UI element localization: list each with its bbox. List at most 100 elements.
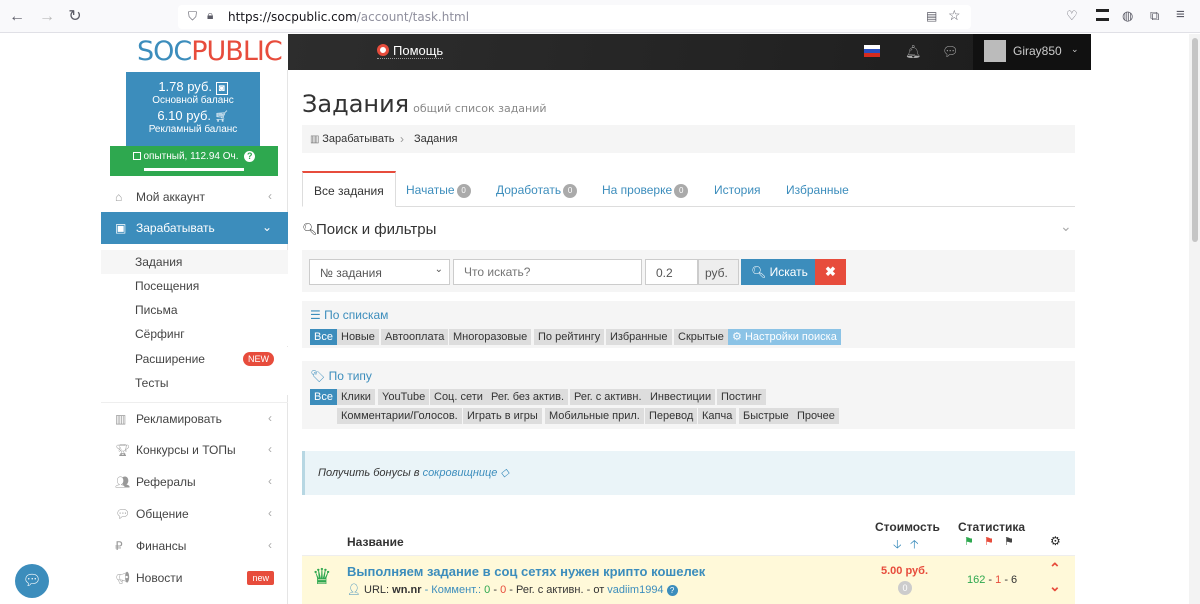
sidebar-item-account[interactable]: ⌂ Мой аккаунт ‹	[101, 181, 288, 213]
level-badge[interactable]: опытный, 112.94 Оч. ?	[110, 146, 278, 176]
sidebar-item-news[interactable]: 📢︎ Новости new	[101, 562, 288, 594]
black-flag-icon[interactable]: ⚑	[1004, 535, 1014, 548]
type-chip-captcha[interactable]: Капча	[698, 408, 737, 424]
submenu-tests[interactable]: Тесты	[101, 371, 288, 395]
sidebar-item-referrals[interactable]: 👥︎ Рефералы ‹	[101, 466, 288, 498]
type-chip-games[interactable]: Играть в игры	[463, 408, 542, 424]
breadcrumb-earn[interactable]: ▥ Зарабатывать	[310, 133, 394, 145]
filter-chip-hidden[interactable]: Скрытые	[674, 329, 728, 345]
sidebar-item-advertise[interactable]: ▥ Рекламировать ‹	[101, 402, 288, 434]
clear-button[interactable]: ✖	[815, 259, 846, 285]
submenu-visits[interactable]: Посещения	[101, 274, 288, 298]
submenu-surfing[interactable]: Сёрфинг	[101, 322, 288, 346]
tab-started[interactable]: Начатые 0	[406, 171, 471, 207]
bookmark-star-icon[interactable]: ☆	[948, 7, 961, 24]
question-icon[interactable]: ?	[666, 585, 678, 596]
col-name: Название	[347, 535, 404, 549]
sidebar-item-earn[interactable]: ▣ Зарабатывать ⌄	[101, 212, 297, 244]
type-chip-youtube[interactable]: YouTube	[378, 389, 430, 405]
address-bar[interactable]: ⛉ 🔒︎ https://socpublic.com/account/task.…	[178, 5, 971, 29]
forward-icon[interactable]: →	[36, 6, 58, 28]
breadcrumb-earn-label: Зарабатывать	[322, 133, 395, 145]
submenu-label: Тесты	[135, 376, 169, 390]
type-chip-social[interactable]: Соц. сети	[430, 389, 487, 405]
type-chip-mobile[interactable]: Мобильные прил.	[545, 408, 644, 424]
globe-icon[interactable]: ◍	[1122, 8, 1133, 24]
price-input[interactable]: 0.2	[645, 259, 698, 285]
submenu-letters[interactable]: Письма	[101, 298, 288, 322]
type-chip-comments[interactable]: Комментарии/Голосов.	[337, 408, 462, 424]
tab-revise[interactable]: Доработать 0	[496, 171, 578, 207]
tab-favorites[interactable]: Избранные	[786, 171, 849, 207]
extension-toolbar-icon[interactable]	[1096, 9, 1109, 21]
question-icon[interactable]: ?	[244, 151, 256, 162]
submenu-label: Посещения	[135, 279, 200, 293]
tab-review[interactable]: На проверке 0	[602, 171, 689, 207]
type-chip-translation[interactable]: Перевод	[645, 408, 698, 424]
bell-icon[interactable]: 🔔︎	[905, 44, 922, 60]
sort-down-icon[interactable]: 🡣	[893, 535, 902, 556]
task-title-link[interactable]: Выполняем задание в соц сетях нужен крип…	[347, 564, 705, 579]
help-link[interactable]: Помощь	[377, 43, 444, 59]
sidebar-item-label: Рекламировать	[136, 412, 222, 426]
search-settings-button[interactable]: ⚙ Настройки поиска	[728, 329, 841, 345]
sidebar-item-finance[interactable]: ₽ Финансы ‹	[101, 530, 288, 562]
lock-icon[interactable]: 🔒︎	[207, 8, 213, 23]
tab-all-tasks[interactable]: Все задания	[302, 171, 396, 207]
search-input[interactable]	[453, 259, 642, 285]
extensions-icon[interactable]: ⧉	[1150, 8, 1159, 24]
type-chip-reg-activity[interactable]: Рег. с активн.	[570, 389, 646, 405]
table-row[interactable]: ♛ Выполняем задание в соц сетях нужен кр…	[302, 555, 1075, 604]
col-stats: Статистика	[958, 520, 1026, 534]
filter-chip-new[interactable]: Новые	[337, 329, 379, 345]
type-chip-posting[interactable]: Постинг	[717, 389, 766, 405]
submenu-tasks[interactable]: Задания	[101, 250, 288, 274]
reload-icon[interactable]: ↻	[64, 6, 86, 28]
type-chip-investments[interactable]: Инвестиции	[646, 389, 716, 405]
bonus-alert: Получить бонусы в сокровищнице ◇	[302, 451, 1075, 495]
scrollbar[interactable]	[1189, 34, 1200, 604]
vote-down-icon[interactable]: ⌄	[1049, 578, 1061, 595]
chat-bubbles-icon[interactable]: 💬︎	[942, 44, 959, 60]
scrollbar-thumb[interactable]	[1192, 38, 1198, 242]
task-number-select[interactable]: № задания ⌄	[309, 259, 450, 285]
shield-icon[interactable]: ⛉	[188, 9, 197, 24]
sort-up-icon[interactable]: 🡡	[910, 535, 919, 556]
submenu-label: Расширение	[135, 352, 205, 366]
filter-chip-all[interactable]: Все	[310, 329, 337, 345]
tab-label: Начатые	[406, 183, 455, 197]
sidebar-item-chat[interactable]: 💬︎ Общение ‹	[101, 498, 288, 530]
pocket-icon[interactable]: ♡	[1066, 8, 1078, 24]
level-label: опытный, 112.94 Оч.	[143, 151, 239, 162]
type-chip-fast[interactable]: Быстрые	[739, 408, 793, 424]
filter-chip-autopay[interactable]: Автооплата	[381, 329, 449, 345]
type-chip-other[interactable]: Прочее	[793, 408, 839, 424]
treasury-link[interactable]: сокровищнице	[423, 467, 498, 479]
search-filters-header[interactable]: 🔍︎ Поиск и фильтры ⌄	[302, 218, 1075, 240]
back-icon[interactable]: ←	[6, 6, 28, 28]
reader-icon[interactable]: ▤	[926, 9, 937, 23]
tab-history[interactable]: История	[714, 171, 761, 207]
floating-chat-icon[interactable]: 💬︎	[15, 564, 49, 598]
author-link[interactable]: vadiim1994	[607, 584, 663, 596]
ad-balance: 6.10 руб. 🛒︎	[126, 108, 260, 123]
submenu-extension[interactable]: Расширение NEW	[101, 347, 288, 371]
filter-chip-favorites[interactable]: Избранные	[606, 329, 672, 345]
user-menu[interactable]: Giray850 ⌄	[973, 34, 1091, 70]
type-chip-all[interactable]: Все	[310, 389, 337, 405]
filter-chip-reusable[interactable]: Многоразовые	[449, 329, 532, 345]
search-button[interactable]: 🔍︎ Искать	[741, 259, 818, 285]
vote-up-icon[interactable]: ⌃	[1049, 560, 1061, 577]
type-chip-clicks[interactable]: Клики	[337, 389, 375, 405]
chevron-down-icon[interactable]: ⌄	[1060, 218, 1072, 235]
sidebar-item-contests[interactable]: 🏆︎ Конкурсы и ТОПы ‹	[101, 434, 288, 466]
type-chip-reg-no-activity[interactable]: Рег. без актив.	[487, 389, 569, 405]
sidebar-item-label: Новости	[136, 571, 183, 585]
red-flag-icon[interactable]: ⚑	[984, 535, 994, 548]
menu-icon[interactable]: ≡	[1176, 6, 1185, 23]
russian-flag-icon[interactable]	[864, 45, 880, 57]
green-flag-icon[interactable]: ⚑	[964, 535, 974, 548]
site-logo[interactable]: SOCPUBLIC	[101, 34, 288, 70]
gears-icon[interactable]: ⚙	[1050, 534, 1061, 548]
filter-chip-rating[interactable]: По рейтингу	[534, 329, 605, 345]
